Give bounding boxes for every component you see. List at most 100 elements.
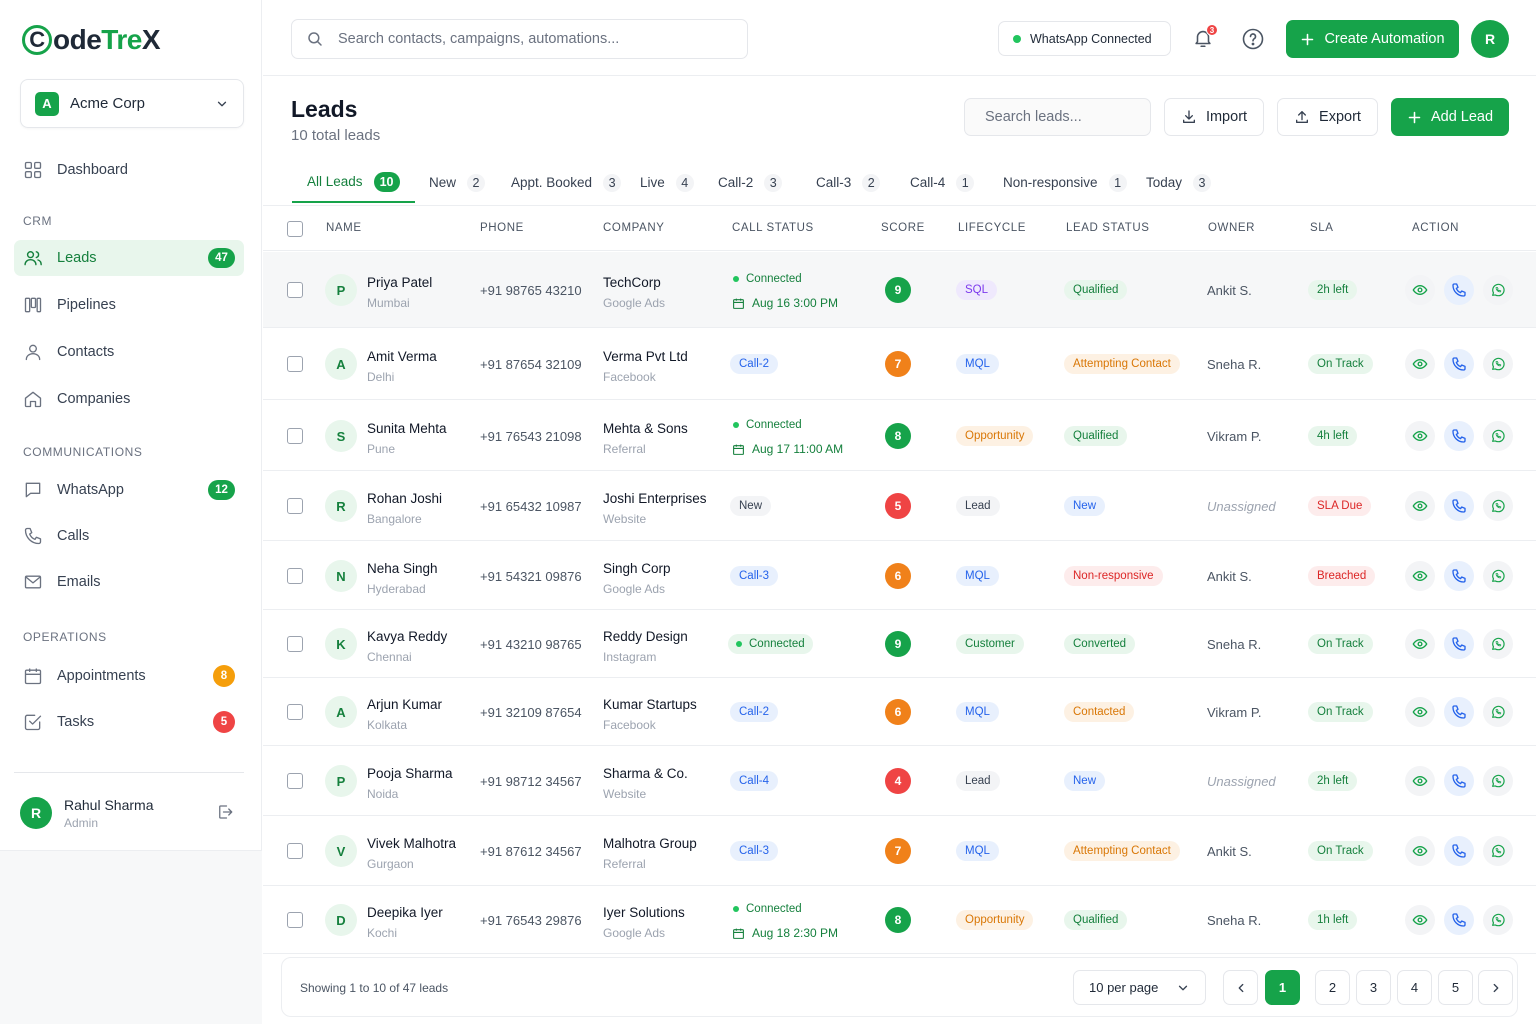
call-lead-button[interactable] (1444, 349, 1474, 379)
view-lead-button[interactable] (1405, 905, 1435, 935)
view-lead-button[interactable] (1405, 491, 1435, 521)
lead-name[interactable]: Sunita Mehta (367, 421, 447, 436)
lead-name[interactable]: Deepika Iyer (367, 905, 443, 920)
table-row[interactable]: V Vivek Malhotra Gurgaon +91 87612 34567 Mal… (263, 816, 1536, 886)
select-all-checkbox[interactable] (287, 221, 303, 237)
table-row[interactable]: A Arjun Kumar Kolkata +91 32109 87654 Kumar … (263, 678, 1536, 746)
table-row[interactable]: S Sunita Mehta Pune +91 76543 21098 Mehta & … (263, 400, 1536, 471)
view-lead-button[interactable] (1405, 275, 1435, 305)
tab-call-2[interactable]: Call-2 3 (703, 162, 797, 203)
lead-name[interactable]: Amit Verma (367, 349, 437, 364)
view-lead-button[interactable] (1405, 421, 1435, 451)
tab-new[interactable]: New 2 (414, 162, 500, 203)
row-checkbox[interactable] (287, 773, 303, 789)
column-header-name[interactable]: NAME (326, 222, 362, 234)
logout-icon[interactable] (216, 803, 234, 821)
row-checkbox[interactable] (287, 428, 303, 444)
sidebar-item-contacts[interactable]: Contacts (14, 334, 244, 370)
table-row[interactable]: R Rohan Joshi Bangalore +91 65432 10987 Josh… (263, 471, 1536, 541)
sidebar-item-calls[interactable]: Calls (14, 518, 244, 554)
column-header-sla[interactable]: SLA (1310, 222, 1334, 234)
column-header-owner[interactable]: OWNER (1208, 222, 1255, 234)
whatsapp-lead-button[interactable] (1483, 836, 1513, 866)
column-header-lead-status[interactable]: LEAD STATUS (1066, 222, 1150, 234)
view-lead-button[interactable] (1405, 349, 1435, 379)
whatsapp-status[interactable]: WhatsApp Connected (998, 21, 1171, 56)
call-lead-button[interactable] (1444, 905, 1474, 935)
lead-name[interactable]: Pooja Sharma (367, 766, 453, 781)
logo[interactable]: Code Tre X (22, 22, 161, 58)
sidebar-item-pipelines[interactable]: Pipelines (14, 287, 244, 323)
org-switcher[interactable]: A Acme Corp (20, 79, 244, 128)
whatsapp-lead-button[interactable] (1483, 766, 1513, 796)
view-lead-button[interactable] (1405, 561, 1435, 591)
global-search-input[interactable] (338, 31, 733, 47)
table-row[interactable]: N Neha Singh Hyderabad +91 54321 09876 Singh… (263, 541, 1536, 610)
lead-name[interactable]: Neha Singh (367, 561, 438, 576)
table-row[interactable]: K Kavya Reddy Chennai +91 43210 98765 Reddy … (263, 610, 1536, 678)
call-lead-button[interactable] (1444, 561, 1474, 591)
row-checkbox[interactable] (287, 843, 303, 859)
tab-call-3[interactable]: Call-3 2 (801, 162, 895, 203)
row-checkbox[interactable] (287, 282, 303, 298)
row-checkbox[interactable] (287, 636, 303, 652)
row-checkbox[interactable] (287, 568, 303, 584)
add-lead-button[interactable]: Add Lead (1391, 98, 1509, 136)
leads-search-input[interactable] (985, 109, 1130, 125)
create-automation-button[interactable]: Create Automation (1286, 20, 1459, 58)
column-header-call-status[interactable]: CALL STATUS (732, 222, 814, 234)
appointment-time[interactable]: Aug 16 3:00 PM (732, 296, 838, 310)
page-button-4[interactable]: 4 (1397, 970, 1432, 1005)
call-lead-button[interactable] (1444, 629, 1474, 659)
page-button-3[interactable]: 3 (1356, 970, 1391, 1005)
lead-name[interactable]: Priya Patel (367, 275, 432, 290)
per-page-select[interactable]: 10 per page (1073, 970, 1206, 1005)
call-lead-button[interactable] (1444, 421, 1474, 451)
sidebar-item-appointments[interactable]: Appointments 8 (14, 658, 244, 694)
view-lead-button[interactable] (1405, 766, 1435, 796)
notifications-button[interactable]: 3 (1192, 24, 1218, 51)
whatsapp-lead-button[interactable] (1483, 275, 1513, 305)
global-search[interactable] (291, 19, 748, 59)
import-button[interactable]: Import (1164, 98, 1264, 136)
user-profile[interactable]: R Rahul Sharma Admin (20, 793, 244, 833)
tab-all-leads[interactable]: All Leads 10 (292, 162, 415, 203)
column-header-lifecycle[interactable]: LIFECYCLE (958, 222, 1026, 234)
table-row[interactable]: P Priya Patel Mumbai +91 98765 43210 TechCor… (263, 252, 1536, 328)
lead-name[interactable]: Kavya Reddy (367, 629, 447, 644)
tab-appt-booked[interactable]: Appt. Booked 3 (496, 162, 636, 203)
whatsapp-lead-button[interactable] (1483, 491, 1513, 521)
view-lead-button[interactable] (1405, 629, 1435, 659)
column-header-company[interactable]: COMPANY (603, 222, 665, 234)
prev-page-button[interactable] (1223, 970, 1258, 1005)
view-lead-button[interactable] (1405, 697, 1435, 727)
row-checkbox[interactable] (287, 498, 303, 514)
next-page-button[interactable] (1478, 970, 1513, 1005)
call-lead-button[interactable] (1444, 836, 1474, 866)
sidebar-item-leads[interactable]: Leads 47 (14, 240, 244, 276)
appointment-time[interactable]: Aug 17 11:00 AM (732, 442, 843, 456)
table-row[interactable]: A Amit Verma Delhi +91 87654 32109 Verma Pvt… (263, 328, 1536, 400)
export-button[interactable]: Export (1277, 98, 1378, 136)
whatsapp-lead-button[interactable] (1483, 905, 1513, 935)
column-header-phone[interactable]: PHONE (480, 222, 524, 234)
column-header-score[interactable]: SCORE (881, 222, 925, 234)
user-avatar-button[interactable]: R (1471, 20, 1509, 58)
sidebar-item-tasks[interactable]: Tasks 5 (14, 704, 244, 740)
help-button[interactable] (1241, 27, 1265, 51)
tab-live[interactable]: Live 4 (625, 162, 709, 203)
page-button-5[interactable]: 5 (1438, 970, 1473, 1005)
whatsapp-lead-button[interactable] (1483, 561, 1513, 591)
row-checkbox[interactable] (287, 704, 303, 720)
whatsapp-lead-button[interactable] (1483, 421, 1513, 451)
sidebar-item-companies[interactable]: Companies (14, 381, 244, 417)
sidebar-item-emails[interactable]: Emails (14, 564, 244, 600)
call-lead-button[interactable] (1444, 275, 1474, 305)
whatsapp-lead-button[interactable] (1483, 697, 1513, 727)
sidebar-item-dashboard[interactable]: Dashboard (14, 152, 244, 188)
page-button-2[interactable]: 2 (1315, 970, 1350, 1005)
lead-name[interactable]: Rohan Joshi (367, 491, 442, 506)
table-row[interactable]: D Deepika Iyer Kochi +91 76543 29876 Iyer So… (263, 886, 1536, 954)
call-lead-button[interactable] (1444, 766, 1474, 796)
whatsapp-lead-button[interactable] (1483, 629, 1513, 659)
